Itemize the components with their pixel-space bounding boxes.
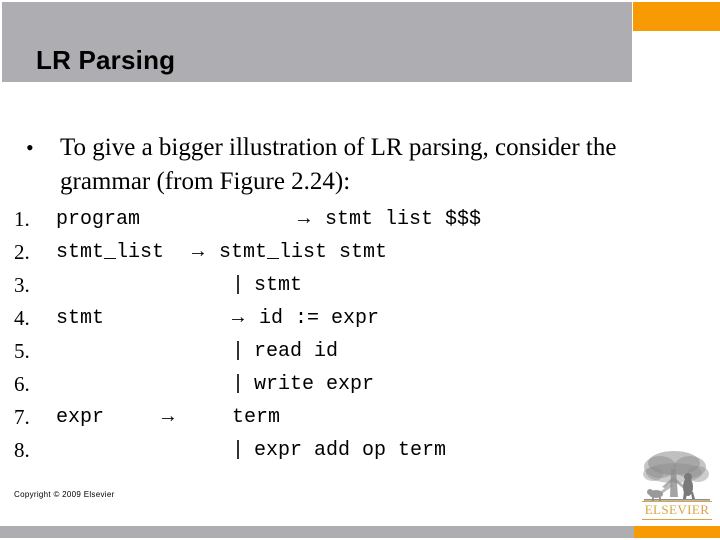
grammar-rule-6: 6. | write expr xyxy=(14,368,704,401)
rule-rhs: stmt list $$$ xyxy=(325,208,482,231)
footer-bar-orange xyxy=(634,526,720,538)
rule-rhs: stmt xyxy=(254,274,303,297)
rule-lhs: stmt xyxy=(56,307,105,330)
rule-lhs: stmt_list xyxy=(56,241,165,264)
rule-lhs: program xyxy=(56,208,141,231)
elsevier-tree-icon xyxy=(643,451,710,501)
logo-divider-bottom xyxy=(642,519,712,520)
footer-bar-gray xyxy=(0,526,634,538)
copyright-notice: Copyright © 2009 Elsevier xyxy=(14,490,115,499)
rule-number: 6. xyxy=(14,372,30,396)
rule-arrow: | xyxy=(232,373,245,396)
grammar-rule-4: 4. stmt → id := expr xyxy=(14,302,704,335)
grammar-rule-8: 8. | expr add op term xyxy=(14,434,704,467)
rule-rhs: expr add op term xyxy=(254,439,447,462)
bullet-text: To give a bigger illustration of LR pars… xyxy=(60,134,617,195)
rule-rhs: stmt_list stmt xyxy=(219,241,388,264)
bullet-list: • To give a bigger illustration of LR pa… xyxy=(16,131,656,199)
rule-lhs: expr xyxy=(56,406,105,429)
grammar-rule-5: 5. | read id xyxy=(14,335,704,368)
rule-arrow: → xyxy=(162,406,175,429)
header-accent-block xyxy=(633,2,720,31)
grammar-rule-1: 1. program → stmt list $$$ xyxy=(14,203,704,236)
rule-arrow: | xyxy=(232,340,245,363)
rule-number: 4. xyxy=(14,306,30,330)
rule-arrow: | xyxy=(232,439,245,462)
rule-rhs: term xyxy=(232,406,281,429)
list-item: • To give a bigger illustration of LR pa… xyxy=(16,131,656,199)
grammar-rule-list: 1. program → stmt list $$$ 2. stmt_list … xyxy=(14,203,704,467)
rule-rhs: write expr xyxy=(254,373,375,396)
rule-rhs: read id xyxy=(254,340,339,363)
rule-arrow: → xyxy=(192,241,205,264)
rule-number: 2. xyxy=(14,240,30,264)
grammar-rule-3: 3. | stmt xyxy=(14,269,704,302)
rule-number: 8. xyxy=(14,438,30,462)
grammar-rule-7: 7. expr → term xyxy=(14,401,704,434)
slide-canvas: LR Parsing • To give a bigger illustrati… xyxy=(0,0,720,540)
elsevier-wordmark: ELSEVIER xyxy=(644,502,710,517)
rule-arrow: | xyxy=(232,274,245,297)
grammar-rule-2: 2. stmt_list → stmt_list stmt xyxy=(14,236,704,269)
rule-number: 5. xyxy=(14,339,30,363)
page-title: LR Parsing xyxy=(36,45,176,75)
rule-number: 7. xyxy=(14,405,30,429)
rule-rhs: id := expr xyxy=(259,307,380,330)
bullet-icon: • xyxy=(26,135,34,160)
elsevier-logo: ELSEVIER xyxy=(640,447,714,525)
rule-number: 1. xyxy=(14,207,30,231)
rule-arrow: → xyxy=(232,307,245,330)
rule-arrow: → xyxy=(298,208,311,231)
rule-number: 3. xyxy=(14,273,30,297)
